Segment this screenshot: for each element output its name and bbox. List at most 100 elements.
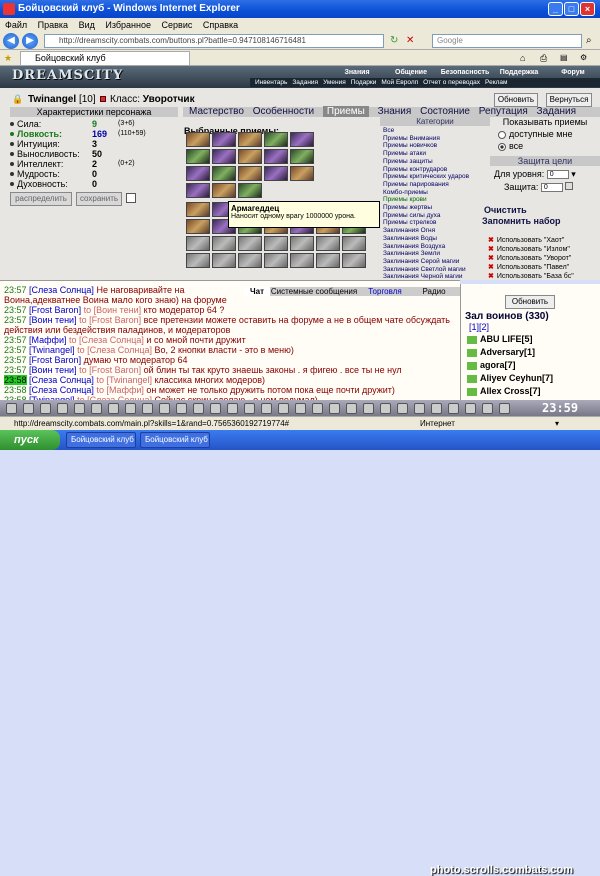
toolbar-icon[interactable] <box>261 403 272 414</box>
toolbar-icon[interactable] <box>329 403 340 414</box>
tab-mastery[interactable]: Мастерство <box>189 106 244 117</box>
toolbar-icon[interactable] <box>227 403 238 414</box>
skill-slot[interactable] <box>342 253 366 268</box>
category-item[interactable]: Комбо-приемы <box>383 189 488 197</box>
category-item[interactable]: Приемы крови <box>383 196 488 204</box>
menu-file[interactable]: Файл <box>5 20 27 30</box>
skill-slot[interactable] <box>186 236 210 251</box>
online-user[interactable]: Adversary[1] <box>467 347 535 357</box>
chat-nick[interactable]: [Twinangel] <box>29 345 75 355</box>
subnav-gifts[interactable]: Подарки <box>351 79 377 86</box>
nav-support[interactable]: Поддержка <box>492 68 546 77</box>
toolbar-icon[interactable] <box>363 403 374 414</box>
category-item[interactable]: Заклинания Огня <box>383 227 488 235</box>
nav-security[interactable]: Безопасность <box>438 68 492 77</box>
page-menu-icon[interactable]: ▤ <box>560 53 568 62</box>
online-user[interactable]: ABU LIFE[5] <box>467 334 533 344</box>
category-item[interactable]: Приемы парирования <box>383 181 488 189</box>
start-button[interactable]: пуск <box>0 430 60 450</box>
chat-tab-chat[interactable]: Чат <box>244 287 270 296</box>
selected-skill-slot[interactable] <box>186 166 210 181</box>
tab-knowledge[interactable]: Знания <box>378 106 412 117</box>
delete-icon[interactable]: ✖ <box>488 237 494 244</box>
favorites-star-icon[interactable]: ★ <box>4 53 12 64</box>
skill-slot[interactable] <box>186 219 210 234</box>
protect-input[interactable]: 0 <box>540 183 563 193</box>
nav-forum[interactable]: Форум <box>546 68 600 77</box>
radio-all[interactable] <box>498 142 506 151</box>
online-user[interactable]: Allex Cross[7] <box>467 386 541 396</box>
task-item-1[interactable]: Бойцовский клуб - ... <box>66 432 136 448</box>
chat-nick[interactable]: [Frost Baron] <box>29 355 81 365</box>
toolbar-icon[interactable] <box>397 403 408 414</box>
toolbar-icon[interactable] <box>91 403 102 414</box>
toolbar-icon[interactable] <box>193 403 204 414</box>
toolbar-icon[interactable] <box>125 403 136 414</box>
toolbar-icon[interactable] <box>278 403 289 414</box>
toolbar-icon[interactable] <box>499 403 510 414</box>
selected-skill-slot[interactable] <box>290 132 314 147</box>
selected-skill-slot[interactable] <box>238 166 262 181</box>
toolbar-icon[interactable] <box>57 403 68 414</box>
search-input[interactable]: Google <box>432 34 582 48</box>
toolbar-icon[interactable] <box>176 403 187 414</box>
stat-checkbox[interactable] <box>126 193 136 203</box>
delete-icon[interactable]: ✖ <box>488 264 494 271</box>
category-item[interactable]: Все <box>383 127 488 135</box>
chat-tab-radio[interactable]: Радио <box>412 287 456 296</box>
chat-nick[interactable]: [Воин тени] <box>29 315 77 325</box>
selected-skill-slot[interactable] <box>212 132 236 147</box>
toolbar-icon[interactable] <box>244 403 255 414</box>
menu-edit[interactable]: Правка <box>38 20 68 30</box>
toolbar-icon[interactable] <box>210 403 221 414</box>
tab-reputation[interactable]: Репутация <box>479 106 528 117</box>
close-button[interactable]: × <box>580 2 595 16</box>
chat-nick[interactable]: [Маффи] <box>29 335 66 345</box>
skill-slot[interactable] <box>186 202 210 217</box>
subnav-ads[interactable]: Реклам <box>485 79 507 86</box>
online-user[interactable]: agora[7] <box>467 360 516 370</box>
menu-tools[interactable]: Сервис <box>162 20 193 30</box>
toolbar-icon[interactable] <box>380 403 391 414</box>
toolbar-icon[interactable] <box>159 403 170 414</box>
category-item[interactable]: Приемы защиты <box>383 158 488 166</box>
refresh-button[interactable]: Обновить <box>494 93 538 107</box>
chat-nick[interactable]: [Слеза Солнца] <box>29 375 94 385</box>
skill-slot[interactable] <box>290 236 314 251</box>
delete-icon[interactable]: ✖ <box>488 273 494 280</box>
selected-skill-slot[interactable] <box>212 166 236 181</box>
skill-slot[interactable] <box>264 253 288 268</box>
use-set-item[interactable]: ✖ Использовать "Излом" <box>488 245 598 254</box>
toolbar-icon[interactable] <box>23 403 34 414</box>
browser-tab[interactable]: Бойцовский клуб <box>20 51 190 66</box>
subnav-euro[interactable]: Мой Евролп <box>381 79 418 86</box>
print-icon[interactable]: ⎙ <box>540 53 547 64</box>
toolbar-icon[interactable] <box>414 403 425 414</box>
chat-nick[interactable]: [Слеза Солнца] <box>29 385 94 395</box>
use-set-item[interactable]: ✖ Использовать "Уворот" <box>488 254 598 263</box>
minimize-button[interactable]: _ <box>548 2 563 16</box>
stop-icon[interactable]: ✕ <box>406 35 414 46</box>
subnav-skills[interactable]: Умения <box>323 79 346 86</box>
selected-skill-slot[interactable] <box>238 183 262 198</box>
skill-slot[interactable] <box>186 253 210 268</box>
tools-menu-icon[interactable]: ⚙ <box>580 53 587 62</box>
subnav-quests[interactable]: Задания <box>292 79 318 86</box>
tab-state[interactable]: Состояние <box>420 106 470 117</box>
maximize-button[interactable]: □ <box>564 2 579 16</box>
selected-skill-slot[interactable] <box>212 183 236 198</box>
selected-skill-slot[interactable] <box>238 132 262 147</box>
skill-slot[interactable] <box>342 236 366 251</box>
toolbar-icon[interactable] <box>448 403 459 414</box>
skill-slot[interactable] <box>316 236 340 251</box>
category-item[interactable]: Приемы стрелков <box>383 219 488 227</box>
selected-skill-slot[interactable] <box>290 166 314 181</box>
home-icon[interactable]: ⌂ <box>520 53 525 63</box>
selected-skill-slot[interactable] <box>264 149 288 164</box>
go-icon[interactable]: ↻ <box>390 35 398 46</box>
delete-icon[interactable]: ✖ <box>488 246 494 253</box>
skill-slot[interactable] <box>316 253 340 268</box>
apply-icon[interactable] <box>565 182 574 191</box>
tab-features[interactable]: Особенности <box>253 106 314 117</box>
category-item[interactable]: Приемы контрударов <box>383 166 488 174</box>
